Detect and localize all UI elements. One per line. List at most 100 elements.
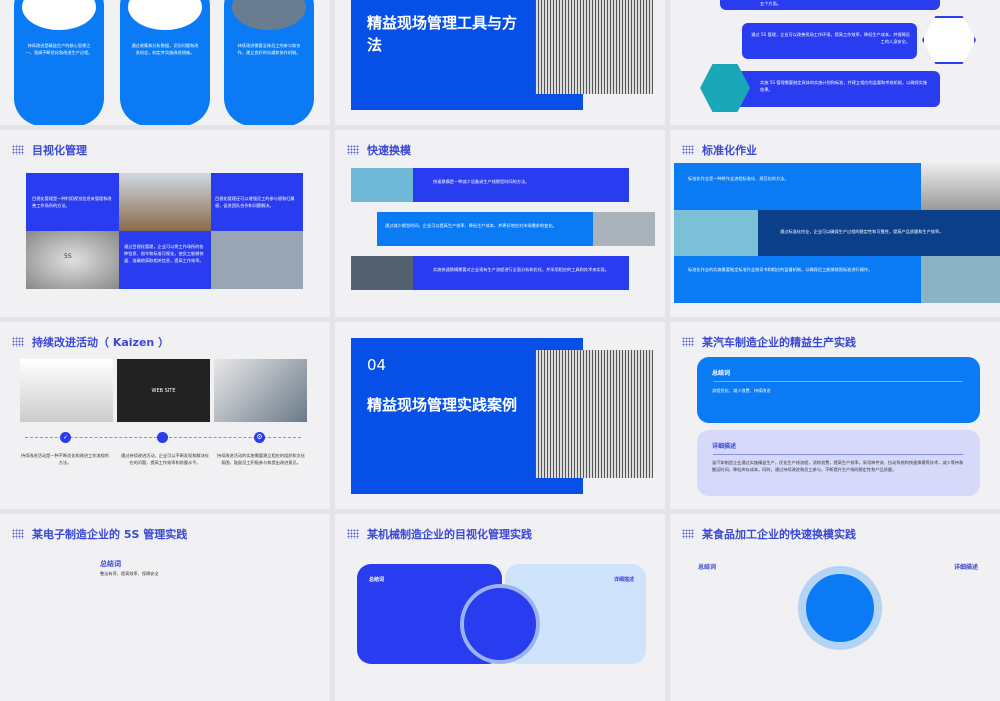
card-text: 通过收集和分析数据，识别问题和改进机会，制定并实施改进措施。 <box>131 43 199 55</box>
item-bar: 五个方面。 <box>720 0 940 10</box>
section-number: 04 <box>367 356 387 374</box>
box-icon <box>157 432 168 443</box>
summary-text: 整洁有序、提高效率、保障安全 <box>100 571 159 576</box>
card-text: 持续改进需要全体员工的参与和合作，建立良好的沟通和协作机制。 <box>237 43 301 55</box>
slide-thumbnail-visual-management[interactable]: 目视化管理 目视化管理是一种利用视觉信息来管理和改善工作场所的方法。 目视化管理… <box>0 130 330 317</box>
dots-icon <box>12 337 24 347</box>
presentation-illustration <box>128 0 202 30</box>
step-text: 通过持续改进活动，企业可以不断发现和解决存在的问题，提高工作效率和质量水平。 <box>121 453 209 465</box>
dots-icon <box>347 529 359 539</box>
bar-text: 快速换模是一种减少设备或生产线换型时间的方法。 <box>433 179 530 184</box>
detail-label: 详细描述 <box>712 443 737 450</box>
slide-title: 快速换模 <box>367 144 411 157</box>
step-text: 持续改进活动的实施需要建立相应的组织和文化氛围，鼓励员工积极参与和提出改进意见。 <box>217 453 305 465</box>
text-tile: 目视化管理是一种利用视觉信息来管理和改善工作场所的方法。 <box>26 173 119 231</box>
slide-title: 某机械制造企业的目视化管理实践 <box>367 528 532 541</box>
slide-thumbnail-5s-case[interactable]: 某电子制造企业的 5S 管理实践 总结词 整洁有序、提高效率、保障安全 <box>0 514 330 701</box>
detail-label: 详细描述 <box>953 564 978 571</box>
office-photo <box>351 256 413 290</box>
card-text: 持续改进是精益生产的核心思想之一，强调不断优化和改进生产过程。 <box>25 43 93 55</box>
text-bar: 实施快速换模需要对企业现有生产流程进行全面分析和优化，并采用相应的工具和技术来实… <box>413 256 629 290</box>
silhouette-photo <box>921 163 1000 210</box>
divider <box>713 454 963 455</box>
bar-text: 实施快速换模需要对企业现有生产流程进行全面分析和优化，并采用相应的工具和技术来实… <box>433 267 609 272</box>
office-illustration <box>921 256 1000 303</box>
slide-thumbnail-standard-work[interactable]: 标准化作业 标准化作业是一种将作业流程标准化、规范化的方法。 通过标准化作业，企… <box>670 130 1000 317</box>
section-title: 精益现场管理工具与方法 <box>367 14 518 54</box>
building-photo <box>535 350 653 478</box>
meeting-photo <box>232 0 306 30</box>
slide-thumbnail-kaizen[interactable]: 持续改进活动（ Kaizen ） WEB SITE ✓ ⚙ 持续改进活动是一种不… <box>0 322 330 509</box>
divider <box>713 381 963 382</box>
bar-text: 通过减少换型时间，企业可以提高生产效率，降低生产成本，并更好地应对市场需求的变化… <box>385 223 557 228</box>
cube-photo <box>20 359 113 422</box>
card: 持续改进是精益生产的核心思想之一，强调不断优化和改进生产过程。 <box>14 0 104 125</box>
summary-text: 流程优化、减少浪费、持续改进 <box>712 388 771 393</box>
slide-title: 标准化作业 <box>702 144 757 157</box>
item-text: 实施 5S 管理需要制定具体的实施计划和标准，并建立相应的监督和考核机制，以确保… <box>760 80 928 92</box>
item-text: 五个方面。 <box>760 1 781 6</box>
center-circle <box>460 584 540 664</box>
summary-card: 总结词 流程优化、减少浪费、持续改进 <box>697 357 980 423</box>
tile-text: 目视化管理还可以增强员工的参与感和归属感，促进团队合作和问题解决。 <box>215 196 295 208</box>
slide-title: 某电子制造企业的 5S 管理实践 <box>32 528 188 541</box>
detail-label: 详细描述 <box>613 577 634 583</box>
dots-icon <box>682 337 694 347</box>
team-photo <box>214 359 307 422</box>
detail-text: 该汽车制造企业通过实施精益生产，优化生产线流程，消除浪费，提高生产效率。采用单件… <box>712 460 964 472</box>
step-text: 持续改进活动是一种不断优化和改进工作流程的方法。 <box>21 453 109 465</box>
item-text: 通过 5S 管理，企业可以改善现场工作环境，提高工作效率，降低生产成本，并保障员… <box>751 32 910 44</box>
meeting-illustration <box>211 231 303 289</box>
slide-thumbnail-5s[interactable]: 五个方面。 通过 5S 管理，企业可以改善现场工作环境，提高工作效率，降低生产成… <box>670 0 1000 125</box>
bar-text: 标准化作业是一种将作业流程标准化、规范化的方法。 <box>688 176 789 181</box>
tile-text: 目视化管理是一种利用视觉信息来管理和改善工作场所的方法。 <box>32 196 112 208</box>
text-bar: 标准化作业的实施需要制定标准作业指导书和相应的监督机制，以确保员工能够按照标准进… <box>674 256 921 303</box>
item-bar: 通过 5S 管理，企业可以改善现场工作环境，提高工作效率，降低生产成本，并保障员… <box>742 23 917 59</box>
web-site-label: WEB SITE <box>151 387 176 394</box>
check-icon: ✓ <box>60 432 71 443</box>
dots-icon <box>12 529 24 539</box>
section-title: 精益现场管理实践案例 <box>367 396 518 414</box>
team-illustration <box>351 168 413 202</box>
slide-thumbnail-quick-changeover[interactable]: 快速换模 快速换模是一种减少设备或生产线换型时间的方法。 通过减少换型时间，企业… <box>335 130 665 317</box>
text-tile: 目视化管理还可以增强员工的参与感和归属感，促进团队合作和问题解决。 <box>211 173 303 231</box>
slide-thumbnail-visual-case[interactable]: 某机械制造企业的目视化管理实践 总结词 详细描述 <box>335 514 665 701</box>
summary-label: 总结词 <box>698 564 717 571</box>
slide-thumbnail-section-4[interactable]: 04 精益现场管理实践案例 <box>335 322 665 509</box>
5s-diagram: 5S <box>26 231 119 289</box>
web-site-stage-photo: WEB SITE <box>117 359 210 422</box>
dots-icon <box>12 145 24 155</box>
summary-label: 总结词 <box>712 370 731 377</box>
summary-label: 总结词 <box>369 577 385 583</box>
item-bar: 实施 5S 管理需要制定具体的实施计划和标准，并建立相应的监督和考核机制，以确保… <box>720 71 940 107</box>
slide-thumbnail-section-3[interactable]: 精益现场管理工具与方法 <box>335 0 665 125</box>
card: 通过收集和分析数据，识别问题和改进机会，制定并实施改进措施。 <box>120 0 210 125</box>
slide-title: 某汽车制造企业的精益生产实践 <box>702 336 856 349</box>
slide-thumbnail-auto-case[interactable]: 某汽车制造企业的精益生产实践 总结词 流程优化、减少浪费、持续改进 详细描述 该… <box>670 322 1000 509</box>
card: 持续改进需要全体员工的参与和合作，建立良好的沟通和协作机制。 <box>224 0 314 125</box>
slide-thumbnail-kaizen-cards[interactable]: 持续改进是精益生产的核心思想之一，强调不断优化和改进生产过程。 通过收集和分析数… <box>0 0 330 125</box>
slide-title: 某食品加工企业的快速换模实践 <box>702 528 856 541</box>
office-photo <box>119 173 211 231</box>
text-bar: 快速换模是一种减少设备或生产线换型时间的方法。 <box>413 168 629 202</box>
tile-text: 通过目视化管理，企业可以将工作场所的各种信息、指令和标准可视化，使员工能够快速、… <box>124 244 204 263</box>
meeting-illustration <box>593 212 655 246</box>
slide-thumbnail-food-case[interactable]: 某食品加工企业的快速换模实践 总结词 详细描述 <box>670 514 1000 701</box>
text-bar: 标准化作业是一种将作业流程标准化、规范化的方法。 <box>674 163 921 210</box>
meeting-table-illustration <box>674 210 758 256</box>
shield-icon-circle <box>798 566 882 650</box>
slide-title: 持续改进活动（ Kaizen ） <box>32 336 170 349</box>
web-site-hex-icon <box>922 16 976 64</box>
text-tile: 通过目视化管理，企业可以将工作场所的各种信息、指令和标准可视化，使员工能够快速、… <box>119 231 211 289</box>
5s-label: 5S <box>64 253 72 260</box>
detail-card: 详细描述 该汽车制造企业通过实施精益生产，优化生产线流程，消除浪费，提高生产效率… <box>697 430 980 496</box>
dots-icon <box>682 145 694 155</box>
text-bar: 通过标准化作业，企业可以确保生产过程的稳定性和可靠性，提高产品质量和生产效率。 <box>758 210 1000 256</box>
arrows-illustration <box>22 0 96 30</box>
text-bar: 通过减少换型时间，企业可以提高生产效率，降低生产成本，并更好地应对市场需求的变化… <box>377 212 593 246</box>
dots-icon <box>682 529 694 539</box>
summary-label: 总结词 <box>100 560 121 568</box>
bar-text: 通过标准化作业，企业可以确保生产过程的稳定性和可靠性，提高产品质量和生产效率。 <box>780 229 944 234</box>
bar-text: 标准化作业的实施需要制定标准作业指导书和相应的监督机制，以确保员工能够按照标准进… <box>688 267 873 272</box>
slide-title: 目视化管理 <box>32 144 87 157</box>
